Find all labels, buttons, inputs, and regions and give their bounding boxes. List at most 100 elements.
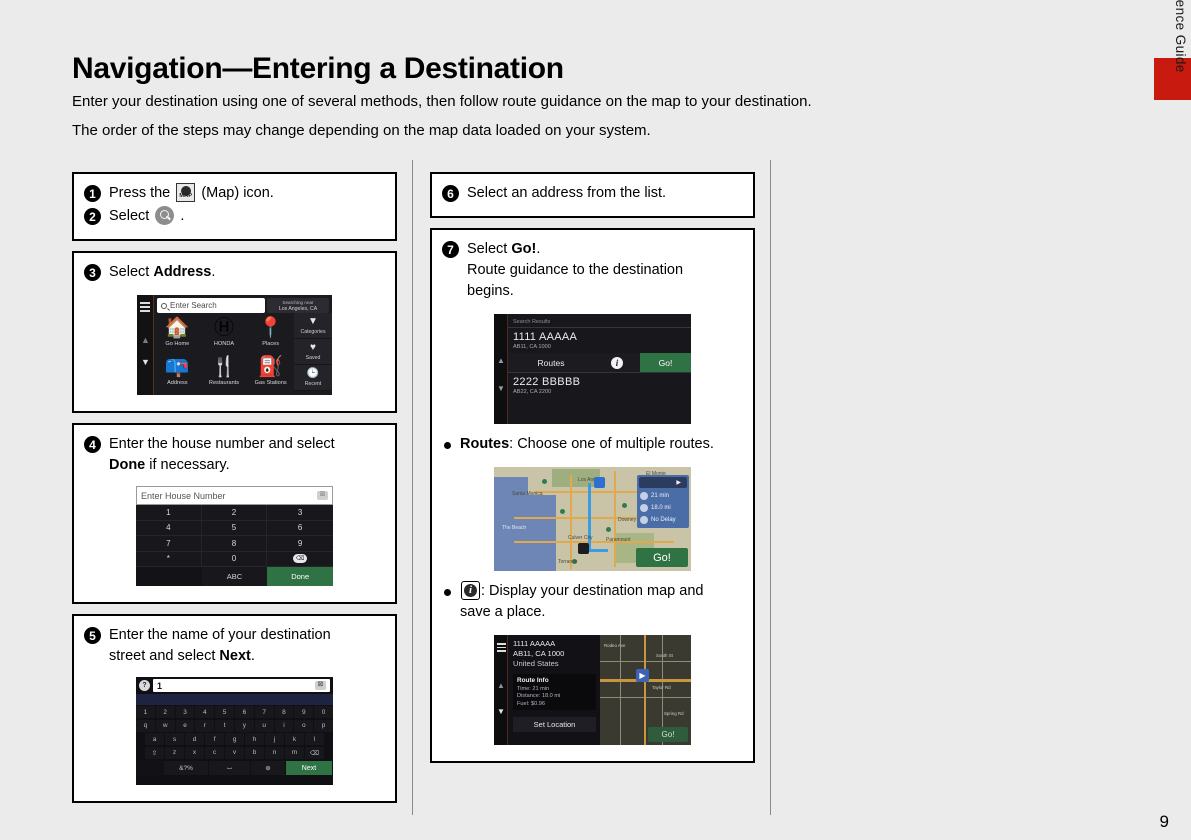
- step-1: 1 Press the MAP (Map) icon.: [84, 183, 385, 204]
- key-star[interactable]: *: [136, 551, 202, 568]
- clear-icon[interactable]: ☒: [317, 491, 328, 501]
- route-next-button[interactable]: ▶: [639, 477, 687, 489]
- result-item-2[interactable]: 2222 BBBBB AB22, CA 2200: [508, 372, 691, 398]
- key-backspace[interactable]: ⌫: [267, 551, 333, 568]
- key-y[interactable]: y: [235, 719, 254, 732]
- result-item-1[interactable]: 1111 AAAAA AB11, CA 1000: [508, 328, 691, 353]
- key-p[interactable]: p: [314, 719, 333, 732]
- key-1[interactable]: 1: [136, 706, 155, 719]
- tile-label: HONDA: [213, 341, 235, 348]
- go-button[interactable]: Go!: [636, 548, 688, 568]
- language-globe-icon[interactable]: ⊕: [251, 761, 285, 776]
- key-r[interactable]: r: [195, 719, 215, 732]
- abc-button[interactable]: ABC: [201, 567, 268, 587]
- scroll-down-icon[interactable]: ▼: [497, 707, 505, 716]
- side-item-recent[interactable]: 🕒 Recent: [294, 365, 332, 392]
- key-n[interactable]: n: [265, 746, 284, 759]
- menu-icon[interactable]: [140, 302, 150, 314]
- key-5[interactable]: 5: [201, 520, 268, 537]
- tile-gas-stations[interactable]: ⛽ Gas Stations: [247, 352, 294, 391]
- key-9[interactable]: 9: [267, 536, 333, 552]
- key-i[interactable]: i: [274, 719, 294, 732]
- key-6[interactable]: 6: [235, 706, 254, 719]
- key-1[interactable]: 1: [136, 505, 202, 521]
- route-traffic: No Delay: [651, 517, 676, 524]
- key-0[interactable]: 0: [314, 706, 333, 719]
- key-6[interactable]: 6: [267, 520, 333, 537]
- key-3[interactable]: 3: [175, 706, 195, 719]
- tile-honda[interactable]: Ⓗ HONDA: [201, 313, 248, 352]
- column-divider-right: [770, 160, 771, 815]
- key-l[interactable]: l: [305, 733, 324, 746]
- scroll-down-icon[interactable]: ▼: [141, 357, 150, 367]
- step-7-line3: begins.: [467, 283, 514, 300]
- key-f[interactable]: f: [205, 733, 224, 746]
- key-4[interactable]: 4: [136, 520, 202, 537]
- house-number-input[interactable]: Enter House Number ☒: [136, 486, 333, 506]
- result-action-bar: Routes i Go!: [508, 353, 691, 373]
- key-a[interactable]: a: [145, 733, 164, 746]
- step-4-bold: Done: [109, 457, 146, 474]
- routes-button[interactable]: Routes: [508, 353, 594, 373]
- key-2[interactable]: 2: [155, 706, 175, 719]
- set-location-button[interactable]: Set Location: [513, 716, 596, 732]
- searching-near-button[interactable]: Searching near Los Angeles, CA: [267, 298, 329, 314]
- key-j[interactable]: j: [265, 733, 284, 746]
- key-8[interactable]: 8: [274, 706, 294, 719]
- go-button[interactable]: Go!: [640, 353, 691, 373]
- scroll-up-icon[interactable]: ▲: [141, 335, 150, 345]
- key-o[interactable]: o: [294, 719, 314, 732]
- scroll-down-icon[interactable]: ▼: [497, 384, 505, 393]
- key-m[interactable]: m: [285, 746, 304, 759]
- scroll-up-icon[interactable]: ▲: [497, 681, 505, 690]
- key-8[interactable]: 8: [201, 536, 268, 552]
- search-input[interactable]: Enter Search: [157, 298, 265, 314]
- nav-home-searchbar: Enter Search Searching near Los Angeles,…: [157, 298, 329, 314]
- done-button[interactable]: Done: [267, 567, 333, 587]
- key-0[interactable]: 0: [201, 551, 268, 568]
- key-g[interactable]: g: [225, 733, 244, 746]
- destination-flag-icon: [578, 543, 589, 555]
- destination-map[interactable]: Rodeo Ave South St Taylor Rd Spring Rd ▶…: [600, 635, 691, 746]
- key-z[interactable]: z: [165, 746, 184, 759]
- key-3[interactable]: 3: [267, 505, 333, 521]
- go-button[interactable]: Go!: [648, 727, 688, 743]
- key-b[interactable]: b: [245, 746, 264, 759]
- key-2[interactable]: 2: [201, 505, 268, 521]
- key-7[interactable]: 7: [136, 536, 202, 552]
- side-item-saved[interactable]: ♥ Saved: [294, 339, 332, 366]
- key-v[interactable]: v: [225, 746, 244, 759]
- shift-icon[interactable]: ⇧: [145, 746, 164, 759]
- key-w[interactable]: w: [155, 719, 175, 732]
- key-d[interactable]: d: [185, 733, 204, 746]
- menu-icon[interactable]: [496, 643, 506, 654]
- info-button[interactable]: i: [594, 353, 640, 373]
- clear-icon[interactable]: ☒: [315, 681, 326, 691]
- key-4[interactable]: 4: [195, 706, 215, 719]
- key-u[interactable]: u: [254, 719, 274, 732]
- note-info: i: Display your destination map and save…: [442, 581, 743, 623]
- key-e[interactable]: e: [175, 719, 195, 732]
- key-s[interactable]: s: [165, 733, 184, 746]
- key-q[interactable]: q: [136, 719, 155, 732]
- side-item-categories[interactable]: ▼ Categories: [294, 313, 332, 340]
- key-5[interactable]: 5: [215, 706, 234, 719]
- tile-address[interactable]: 📪 Address: [154, 352, 201, 391]
- scroll-up-icon[interactable]: ▲: [497, 356, 505, 365]
- tile-places[interactable]: 📍 Places: [247, 313, 294, 352]
- tile-restaurants[interactable]: 🍴 Restaurants: [201, 352, 248, 391]
- space-button[interactable]: ⌴: [209, 761, 250, 776]
- key-x[interactable]: x: [185, 746, 204, 759]
- key-h[interactable]: h: [245, 733, 264, 746]
- help-icon[interactable]: ?: [139, 680, 150, 692]
- street-name-input[interactable]: 1 ☒: [153, 679, 330, 693]
- tile-go-home[interactable]: 🏠 Go Home: [154, 313, 201, 352]
- next-button[interactable]: Next: [286, 761, 332, 776]
- key-7[interactable]: 7: [254, 706, 274, 719]
- key-t[interactable]: t: [215, 719, 234, 732]
- key-k[interactable]: k: [285, 733, 304, 746]
- backspace-icon[interactable]: ⌫: [305, 746, 324, 759]
- key-9[interactable]: 9: [294, 706, 314, 719]
- key-c[interactable]: c: [205, 746, 224, 759]
- symbols-button[interactable]: &?%: [164, 761, 208, 776]
